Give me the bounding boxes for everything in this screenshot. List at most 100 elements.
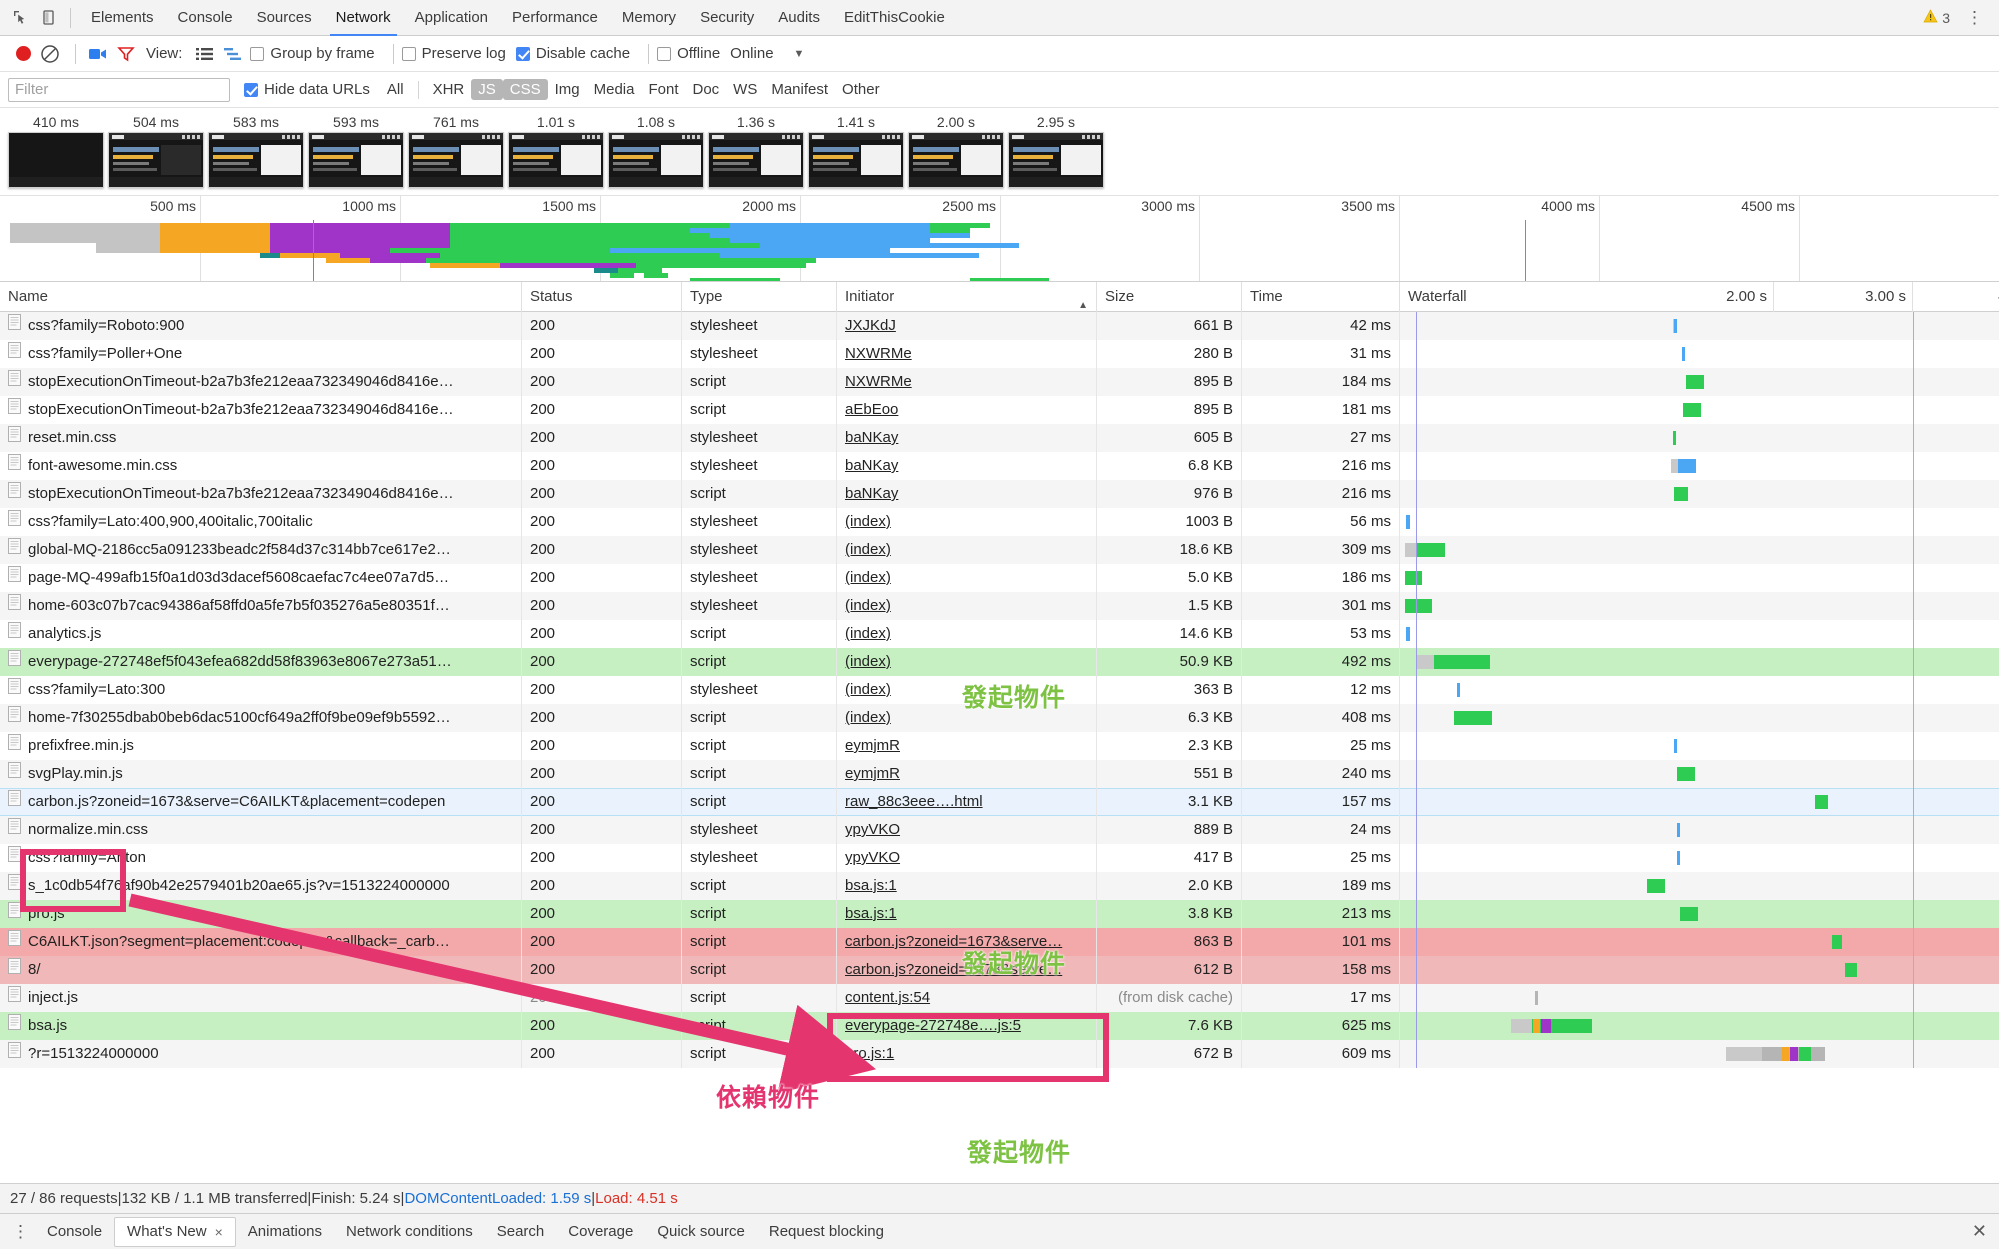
cell-name[interactable]: home-603c07b7cac94386af58ffd0a5fe7b5f035…	[0, 592, 522, 620]
cell-initiator[interactable]: NXWRMe	[837, 368, 1097, 396]
cell-name[interactable]: C6AILKT.json?segment=placement:codepen&c…	[0, 928, 522, 956]
record-button[interactable]	[16, 46, 31, 61]
warning-badge[interactable]: 3	[1923, 9, 1950, 26]
column-header-time[interactable]: Time	[1242, 282, 1400, 312]
group-by-frame-box[interactable]	[250, 46, 265, 61]
cell-initiator[interactable]: NXWRMe	[837, 340, 1097, 368]
cell-initiator[interactable]: JXJKdJ	[837, 312, 1097, 340]
cell-name[interactable]: css?family=Lato:400,900,400italic,700ita…	[0, 508, 522, 536]
initiator-link[interactable]: (index)	[845, 541, 891, 558]
table-row[interactable]: reset.min.css 200 stylesheet baNKay 605 B 27 …	[0, 424, 1999, 452]
cell-name[interactable]: analytics.js	[0, 620, 522, 648]
cell-name[interactable]: css?family=Anton	[0, 844, 522, 872]
table-row[interactable]: css?family=Poller+One 200 stylesheet NXWRMe…	[0, 340, 1999, 368]
filter-type-doc[interactable]: Doc	[685, 79, 726, 100]
initiator-link[interactable]: (index)	[845, 513, 891, 530]
table-row[interactable]: css?family=Roboto:900 200 stylesheet JXJKdJ…	[0, 312, 1999, 340]
table-row[interactable]: prefixfree.min.js 200 script eymjmR 2.3 KB 25…	[0, 732, 1999, 760]
table-row[interactable]: inject.js 200 script content.js:54 (from dis…	[0, 984, 1999, 1012]
close-drawer-icon[interactable]: ✕	[1972, 1221, 1999, 1242]
cell-initiator[interactable]: aEbEoo	[837, 396, 1097, 424]
initiator-link[interactable]: (index)	[845, 681, 891, 698]
initiator-link[interactable]: eymjmR	[845, 765, 900, 782]
table-row[interactable]: s_1c0db54f76af90b42e2579401b20ae65.js?v=…	[0, 872, 1999, 900]
cell-name[interactable]: css?family=Lato:300	[0, 676, 522, 704]
table-row[interactable]: carbon.js?zoneid=1673&serve=C6AILKT&plac…	[0, 788, 1999, 816]
cell-name[interactable]: stopExecutionOnTimeout-b2a7b3fe212eaa732…	[0, 368, 522, 396]
filmstrip-frame[interactable]: 1.01 s	[508, 112, 604, 188]
cell-initiator[interactable]: raw_88c3eee….html	[837, 788, 1097, 816]
tab-performance[interactable]: Performance	[500, 0, 610, 36]
initiator-link[interactable]: (index)	[845, 569, 891, 586]
filter-type-manifest[interactable]: Manifest	[764, 79, 835, 100]
drawer-tab-search[interactable]: Search	[485, 1217, 557, 1247]
hide-data-urls-box[interactable]	[244, 82, 258, 97]
tab-memory[interactable]: Memory	[610, 0, 688, 36]
filter-type-other[interactable]: Other	[835, 79, 887, 100]
initiator-link[interactable]: (index)	[845, 597, 891, 614]
drawer-tab-console[interactable]: Console	[35, 1217, 114, 1247]
cell-name[interactable]: stopExecutionOnTimeout-b2a7b3fe212eaa732…	[0, 396, 522, 424]
initiator-link[interactable]: (index)	[845, 653, 891, 670]
table-row[interactable]: everypage-272748ef5f043efea682dd58f83963…	[0, 648, 1999, 676]
initiator-link[interactable]: eymjmR	[845, 737, 900, 754]
initiator-link[interactable]: baNKay	[845, 429, 898, 446]
initiator-link[interactable]: bsa.js:1	[845, 905, 897, 922]
filmstrip-frame[interactable]: 1.08 s	[608, 112, 704, 188]
close-icon[interactable]: ×	[215, 1218, 223, 1246]
table-row[interactable]: svgPlay.min.js 200 script eymjmR 551 B 240 ms	[0, 760, 1999, 788]
column-header-waterfall[interactable]: Waterfall 2.00 s3.00 s4.00 s	[1400, 282, 1999, 312]
tab-security[interactable]: Security	[688, 0, 766, 36]
drawer-tab-quick-source[interactable]: Quick source	[645, 1217, 757, 1247]
column-header-status[interactable]: Status	[522, 282, 682, 312]
cell-initiator[interactable]: baNKay	[837, 452, 1097, 480]
table-row[interactable]: page-MQ-499afb15f0a1d03d3dacef5608caefac…	[0, 564, 1999, 592]
initiator-link[interactable]: baNKay	[845, 457, 898, 474]
table-row[interactable]: normalize.min.css 200 stylesheet ypyVKO 889 …	[0, 816, 1999, 844]
filter-type-js[interactable]: JS	[471, 79, 503, 100]
drawer-tab-request-blocking[interactable]: Request blocking	[757, 1217, 896, 1247]
capture-screenshots-icon[interactable]	[84, 40, 112, 68]
initiator-link[interactable]: everypage-272748e….js:5	[845, 1017, 1021, 1034]
initiator-link[interactable]: NXWRMe	[845, 345, 912, 362]
cell-initiator[interactable]: content.js:54	[837, 984, 1097, 1012]
more-tabs-icon[interactable]: ⋮	[6, 1223, 35, 1240]
preserve-log-box[interactable]	[401, 46, 416, 61]
hide-data-urls-checkbox[interactable]: Hide data URLs	[244, 81, 370, 98]
column-header-size[interactable]: Size	[1097, 282, 1242, 312]
cell-initiator[interactable]: (index)	[837, 648, 1097, 676]
table-row[interactable]: global-MQ-2186cc5a091233beadc2f584d37c31…	[0, 536, 1999, 564]
table-row[interactable]: font-awesome.min.css 200 stylesheet baNKay 6…	[0, 452, 1999, 480]
inspect-element-icon[interactable]	[6, 4, 34, 32]
initiator-link[interactable]: NXWRMe	[845, 373, 912, 390]
cell-initiator[interactable]: (index)	[837, 536, 1097, 564]
drawer-tab-animations[interactable]: Animations	[236, 1217, 334, 1247]
drawer-tab-network-conditions[interactable]: Network conditions	[334, 1217, 485, 1247]
cell-name[interactable]: carbon.js?zoneid=1673&serve=C6AILKT&plac…	[0, 788, 522, 816]
cell-name[interactable]: home-7f30255dbab0beb6dac5100cf649a2ff0f9…	[0, 704, 522, 732]
cell-initiator[interactable]: ypyVKO	[837, 816, 1097, 844]
table-row[interactable]: css?family=Anton 200 stylesheet ypyVKO 417 B…	[0, 844, 1999, 872]
initiator-link[interactable]: ypyVKO	[845, 849, 900, 866]
filmstrip-frame[interactable]: 410 ms	[8, 112, 104, 188]
cell-initiator[interactable]: (index)	[837, 620, 1097, 648]
cell-initiator[interactable]: pro.js:1	[837, 1040, 1097, 1068]
initiator-link[interactable]: baNKay	[845, 485, 898, 502]
initiator-link[interactable]: aEbEoo	[845, 401, 898, 418]
initiator-link[interactable]: ypyVKO	[845, 821, 900, 838]
cell-initiator[interactable]: (index)	[837, 564, 1097, 592]
more-options-icon[interactable]: ⋮	[1960, 9, 1989, 26]
tab-console[interactable]: Console	[166, 0, 245, 36]
filter-icon[interactable]	[112, 40, 140, 68]
table-row[interactable]: stopExecutionOnTimeout-b2a7b3fe212eaa732…	[0, 396, 1999, 424]
filter-type-font[interactable]: Font	[641, 79, 685, 100]
filmstrip-frame[interactable]: 593 ms	[308, 112, 404, 188]
tab-editthiscookie[interactable]: EditThisCookie	[832, 0, 957, 36]
filmstrip-frame[interactable]: 2.95 s	[1008, 112, 1104, 188]
table-row[interactable]: stopExecutionOnTimeout-b2a7b3fe212eaa732…	[0, 368, 1999, 396]
column-header-name[interactable]: Name	[0, 282, 522, 312]
cell-initiator[interactable]: bsa.js:1	[837, 872, 1097, 900]
filmstrip-frame[interactable]: 1.36 s	[708, 112, 804, 188]
preserve-log-checkbox[interactable]: Preserve log	[401, 45, 506, 62]
cell-initiator[interactable]: baNKay	[837, 480, 1097, 508]
